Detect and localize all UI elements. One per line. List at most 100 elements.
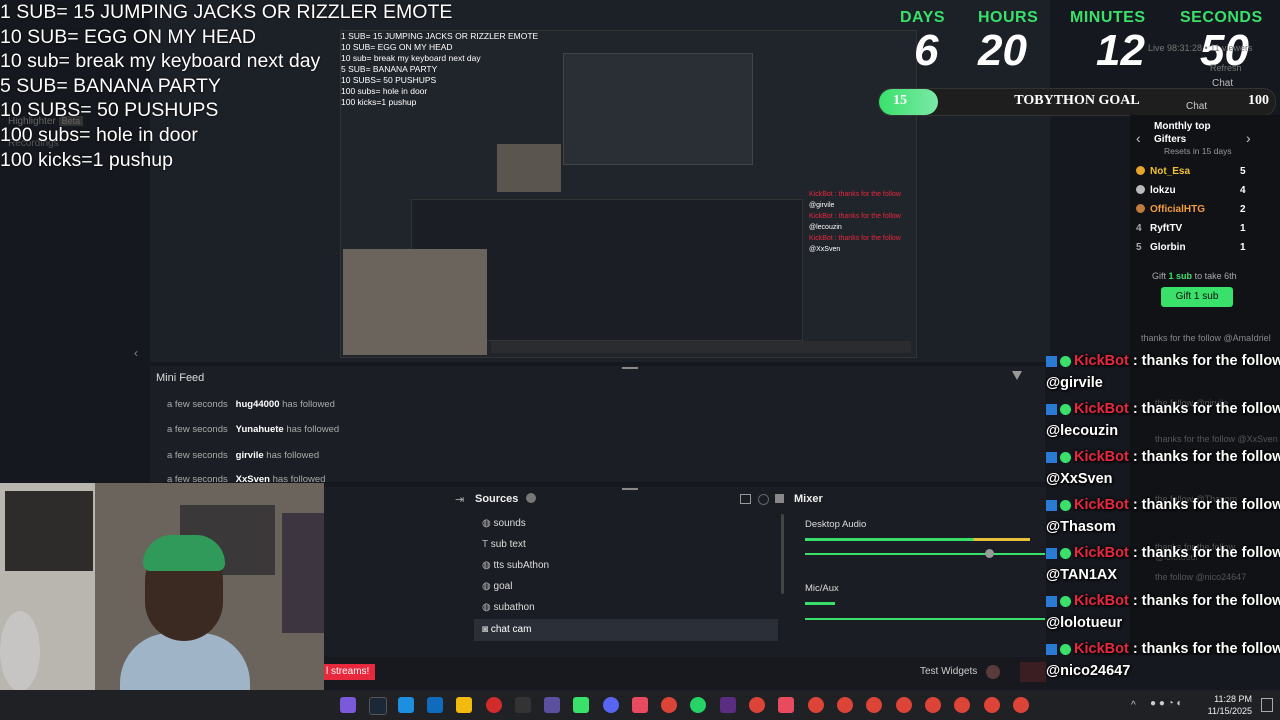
chat-username: @lolotueur	[1046, 615, 1123, 631]
medal-icon	[1136, 204, 1145, 213]
slider-knob[interactable]	[985, 549, 994, 558]
goal-line: 10 SUB= EGG ON MY HEAD	[0, 25, 256, 48]
source-item[interactable]: ◍ goal	[482, 581, 512, 592]
source-item[interactable]: ◍ tts subAthon	[482, 560, 549, 571]
add-source-icon[interactable]	[526, 493, 536, 503]
gift-sub-button[interactable]: Gift 1 sub	[1161, 287, 1233, 307]
gifter-row[interactable]: 4 RyftTV 1	[1136, 223, 1258, 234]
tray-chevron-icon[interactable]: ^	[1131, 700, 1136, 711]
nested-screen-level2	[563, 53, 753, 165]
mic-label: Mic/Aux	[805, 583, 839, 594]
desktop-audio-slider[interactable]	[805, 553, 1045, 555]
kick-badge-icon	[1046, 547, 1057, 559]
goal-line: 100 subs= hole in door	[0, 123, 198, 146]
edge-icon[interactable]	[398, 697, 414, 713]
collapse-icon[interactable]: ⇥	[455, 493, 464, 506]
source-item[interactable]: ◍ subathon	[482, 602, 535, 613]
verified-badge-icon	[1060, 355, 1071, 367]
chat-message: KickBot : thanks for the follow	[1046, 641, 1280, 657]
chrome-icon[interactable]	[896, 697, 912, 713]
verified-badge-icon	[1060, 403, 1071, 415]
gifters-next-chevron-icon[interactable]: ›	[1246, 130, 1251, 146]
desktop-audio-label: Desktop Audio	[805, 519, 867, 530]
refresh-link[interactable]: Refresh	[1210, 63, 1242, 73]
gifter-row[interactable]: Not_Esa 5	[1136, 166, 1258, 178]
sources-scrollbar[interactable]	[781, 514, 784, 594]
chrome-icon[interactable]	[1013, 697, 1029, 713]
popout-icon[interactable]	[740, 494, 751, 504]
resize-handle[interactable]	[622, 488, 638, 490]
notification-icon[interactable]	[1261, 698, 1273, 712]
faint-chat-line: thanks for the follow @XxSven	[1155, 434, 1278, 444]
audio-settings-icon[interactable]	[758, 494, 769, 505]
chat-message: KickBot : thanks for the follow	[1046, 449, 1280, 465]
mixer-toggle-icon[interactable]	[775, 494, 784, 503]
nzxt-icon[interactable]	[720, 697, 736, 713]
gifter-row[interactable]: lokzu 4	[1136, 185, 1258, 197]
preview-left-chevron-icon[interactable]: ‹	[134, 346, 138, 360]
chrome-icon[interactable]	[808, 697, 824, 713]
gifter-row[interactable]: OfficialHTG 2	[1136, 204, 1258, 216]
app-icon[interactable]	[632, 697, 648, 713]
folder-icon[interactable]	[456, 697, 472, 713]
chrome-icon[interactable]	[837, 697, 853, 713]
chat-message: KickBot : thanks for the follow	[1046, 497, 1280, 513]
chat-username: @girvile	[1046, 375, 1103, 391]
sources-title: Sources	[475, 493, 519, 505]
mini-feed-row: a few seconds Yunahuete has followed	[167, 424, 340, 435]
faint-chat-line: thanks for the follow @AmaIdriel	[1141, 333, 1271, 343]
streams-banner[interactable]: l streams!	[324, 664, 376, 680]
end-stream-button[interactable]	[1020, 662, 1046, 682]
test-widgets-button[interactable]: Test Widgets	[920, 666, 977, 677]
app-icon[interactable]	[340, 697, 356, 713]
taskbar-time[interactable]: 11:28 PM	[1210, 694, 1252, 704]
goal-target: 100	[1248, 93, 1269, 108]
verified-badge-icon	[1060, 451, 1071, 463]
chrome-icon[interactable]	[984, 697, 1000, 713]
chat-username: @XxSven	[1046, 471, 1113, 487]
globe-icon: ◍	[482, 560, 491, 571]
source-item[interactable]: ◙ chat cam	[482, 624, 531, 635]
opera-icon[interactable]	[486, 697, 502, 713]
chat-username: @Thasom	[1046, 519, 1116, 535]
gifter-row[interactable]: 5 Glorbin 1	[1136, 242, 1258, 253]
app-icon[interactable]	[544, 697, 560, 713]
chrome-icon[interactable]	[954, 697, 970, 713]
chrome-icon[interactable]	[661, 697, 677, 713]
filter-icon[interactable]	[1012, 371, 1022, 380]
timer-hours-value: 20	[978, 26, 1027, 75]
durag	[143, 535, 225, 571]
app-icon[interactable]	[778, 697, 794, 713]
resize-handle[interactable]	[622, 367, 638, 369]
desktop-audio-meter	[805, 538, 1030, 541]
mini-feed-row: a few seconds girvile has followed	[167, 450, 320, 461]
fan	[0, 611, 40, 691]
source-item[interactable]: T sub text	[482, 539, 526, 550]
goal-line: 10 SUBS= 50 PUSHUPS	[0, 99, 219, 122]
gifters-prev-chevron-icon[interactable]: ‹	[1136, 130, 1141, 146]
discord-icon[interactable]	[603, 697, 619, 713]
streamlabs-icon[interactable]	[573, 697, 589, 713]
chrome-icon[interactable]	[866, 697, 882, 713]
timer-minutes-label: MINUTES	[1070, 9, 1146, 26]
taskbar-date[interactable]: 11/15/2025	[1204, 706, 1252, 716]
record-icon[interactable]	[986, 665, 1000, 679]
steam-icon[interactable]	[369, 697, 387, 715]
store-icon[interactable]	[427, 697, 443, 713]
epic-games-icon[interactable]	[515, 697, 531, 713]
nested-chat: KickBot : thanks for the follow @girvile…	[809, 191, 901, 253]
camera-icon: ◙	[482, 624, 489, 635]
chrome-icon[interactable]	[925, 697, 941, 713]
whatsapp-icon[interactable]	[690, 697, 706, 713]
mic-slider[interactable]	[805, 618, 1045, 620]
chat-header: Chat	[1186, 101, 1208, 112]
source-item[interactable]: ◍ sounds	[482, 518, 526, 529]
mini-feed-row: a few seconds XxSven has followed	[167, 474, 326, 482]
verified-badge-icon	[1060, 499, 1071, 511]
chrome-icon[interactable]	[749, 697, 765, 713]
window	[5, 491, 93, 571]
faint-chat-line: the follow @nico24647	[1155, 572, 1247, 582]
mini-feed-panel: Mini Feed a few seconds hug44000 has fol…	[150, 366, 1045, 482]
tray-icons[interactable]: ● ● ◔ ◐	[1150, 698, 1183, 709]
kick-badge-icon	[1046, 451, 1057, 463]
